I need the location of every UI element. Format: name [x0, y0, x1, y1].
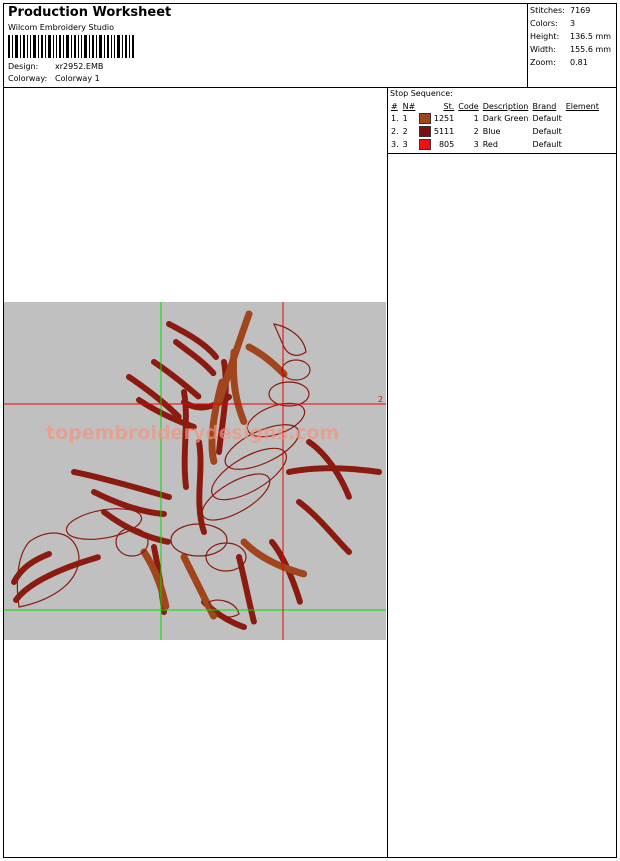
stop-sequence-title: Stop Sequence:	[390, 89, 453, 98]
stop-sequence-panel: Stop Sequence: # N# St. Code Description…	[388, 88, 616, 154]
design-panel: 2 topembroiderydesigns.com	[4, 88, 388, 857]
header-panel: Production Worksheet Wilcom Embroidery S…	[4, 4, 528, 88]
row-brand: Default	[532, 140, 562, 149]
width-value: 155.6 mm	[570, 45, 612, 54]
row-num: 1.	[391, 114, 399, 123]
table-header-row: # N# St. Code Description Brand Element	[389, 100, 601, 112]
barcode	[8, 35, 134, 58]
stats-panel: Stitches: 7169 Colors: 3 Height: 136.5 mm W…	[528, 4, 616, 88]
width-label: Width:	[530, 45, 556, 54]
row-stitches-cell: 5111	[417, 125, 456, 138]
col-brand: Brand	[532, 101, 557, 111]
row-brand: Default	[532, 114, 562, 123]
col-stitches: St.	[443, 101, 455, 111]
row-needle: 1	[402, 114, 408, 123]
col-element: Element	[565, 101, 599, 111]
zoom-value: 0.81	[570, 58, 588, 67]
row-num: 2.	[391, 127, 399, 136]
zoom-stat: Zoom: 0.81	[530, 58, 588, 67]
page-title: Production Worksheet	[8, 5, 172, 20]
row-element	[564, 112, 601, 125]
row-stitches-cell: 805	[417, 138, 456, 151]
row-element	[564, 125, 601, 138]
worksheet: Production Worksheet Wilcom Embroidery S…	[3, 3, 617, 858]
stop-sequence-table: # N# St. Code Description Brand Element …	[389, 100, 601, 151]
stitches-label: Stitches:	[530, 6, 565, 15]
row-description: Red	[482, 140, 498, 149]
col-code: Code	[458, 101, 479, 111]
colorway-label: Colorway:	[8, 74, 48, 83]
row-element	[564, 138, 601, 151]
software-name: Wilcom Embroidery Studio	[8, 23, 115, 32]
row-stitches-cell: 1251	[417, 112, 456, 125]
row-stitches: 805	[438, 140, 455, 149]
color-swatch	[419, 139, 432, 150]
table-row: 1. 1 1251 1 Dark Green Default	[389, 112, 601, 125]
row-code: 2	[473, 127, 479, 136]
height-stat: Height: 136.5 mm	[530, 32, 611, 41]
design-preview: 2 topembroiderydesigns.com	[4, 302, 386, 640]
row-brand: Default	[532, 127, 562, 136]
row-description: Blue	[482, 127, 501, 136]
colors-value: 3	[570, 19, 576, 28]
col-num: #	[391, 101, 398, 111]
height-label: Height:	[530, 32, 560, 41]
zoom-label: Zoom:	[530, 58, 556, 67]
colorway-value: Colorway 1	[55, 74, 100, 83]
row-description: Dark Green	[482, 114, 529, 123]
row-code: 1	[473, 114, 479, 123]
table-row: 2. 2 5111 2 Blue Default	[389, 125, 601, 138]
design-label: Design:	[8, 62, 39, 71]
embroidery-design-image: 2	[4, 302, 386, 640]
colors-stat: Colors: 3	[530, 19, 575, 28]
width-stat: Width: 155.6 mm	[530, 45, 611, 54]
design-value: xr2952.EMB	[55, 62, 104, 71]
col-needle: N#	[402, 101, 416, 111]
colorway-row: Colorway: Colorway 1	[8, 74, 100, 83]
col-description: Description	[482, 101, 529, 111]
stitches-value: 7169	[570, 6, 591, 15]
color-swatch	[419, 113, 432, 124]
row-num: 3.	[391, 140, 399, 149]
watermark-text: topembroiderydesigns.com	[46, 422, 340, 444]
row-needle: 2	[402, 127, 408, 136]
table-row: 3. 3 805 3 Red Default	[389, 138, 601, 151]
row-needle: 3	[402, 140, 408, 149]
design-row: Design: xr2952.EMB	[8, 62, 103, 71]
row-stitches: 5111	[433, 127, 455, 136]
row-code: 3	[473, 140, 479, 149]
colors-label: Colors:	[530, 19, 558, 28]
stitches-stat: Stitches: 7169	[530, 6, 590, 15]
row-stitches: 1251	[433, 114, 455, 123]
height-value: 136.5 mm	[570, 32, 612, 41]
color-swatch	[419, 126, 432, 137]
guide-marker: 2	[378, 395, 383, 404]
